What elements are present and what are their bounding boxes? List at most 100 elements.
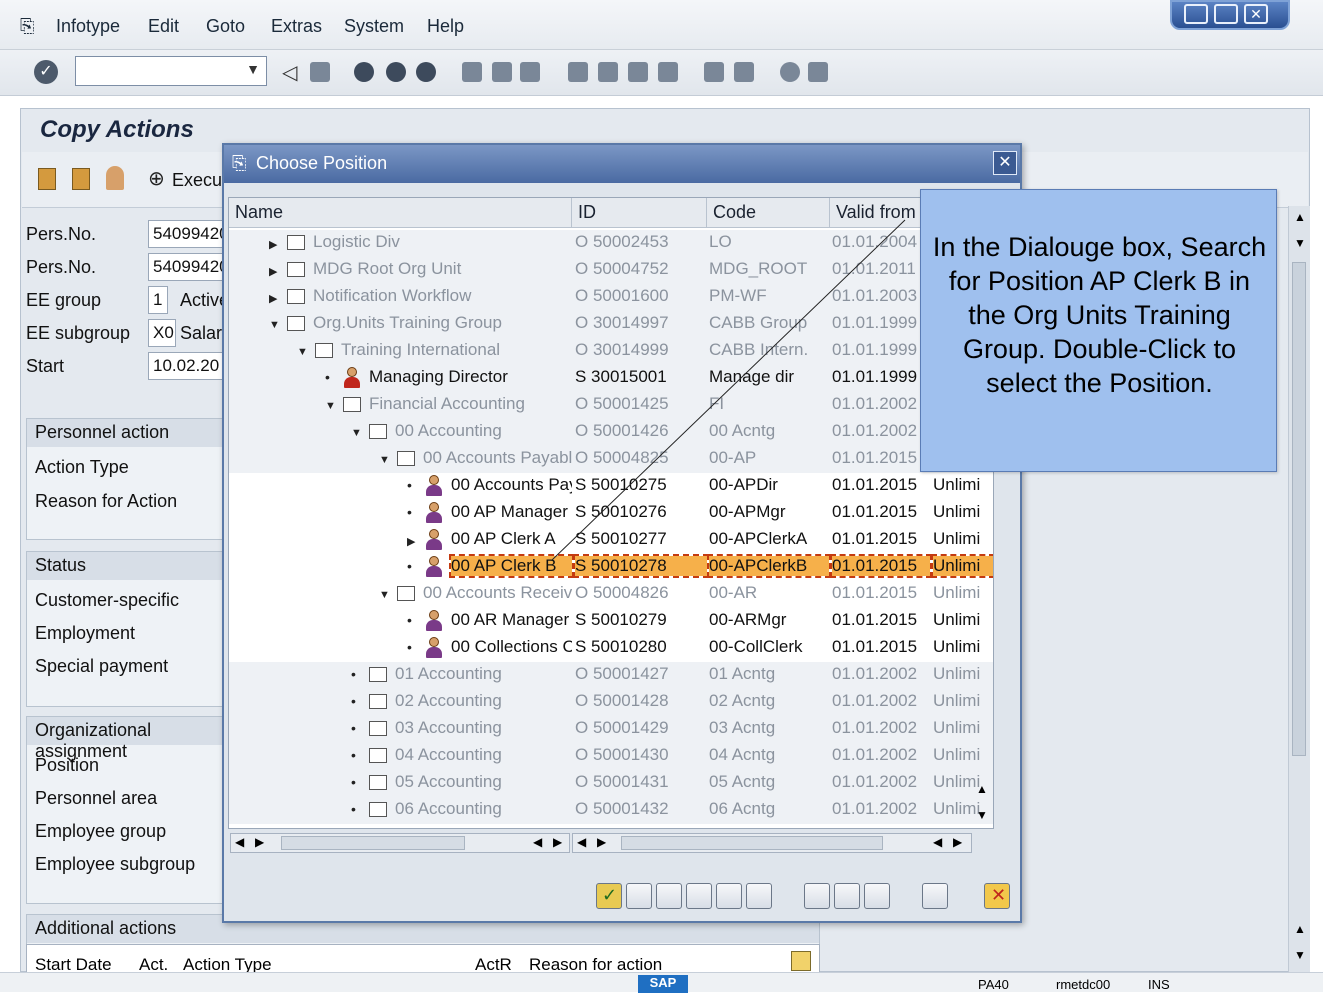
tree-row[interactable]: • 00 AP Manager S 50010276 00-APMgr 01.01.20…: [229, 500, 993, 527]
node-valid-to[interactable]: Unlimi: [933, 610, 993, 630]
create-session-icon[interactable]: [704, 62, 724, 82]
expand-icon[interactable]: [716, 883, 742, 909]
detail-icon[interactable]: [686, 883, 712, 909]
node-id[interactable]: O 50002453: [575, 232, 707, 252]
continue-icon[interactable]: ✓: [596, 883, 622, 909]
node-id[interactable]: O 50001432: [575, 799, 707, 819]
tree-row[interactable]: ▶ Logistic Div O 50002453 LO 01.01.2004: [229, 230, 993, 257]
node-code[interactable]: 00 Acntg: [709, 421, 829, 441]
node-code[interactable]: PM-WF: [709, 286, 829, 306]
tree-row[interactable]: ▶ MDG Root Org Unit O 50004752 MDG_ROOT 01.0…: [229, 257, 993, 284]
start-field[interactable]: 10.02.20: [148, 352, 224, 380]
previous-record-icon[interactable]: [38, 168, 56, 190]
tree-row[interactable]: ▼ Financial Accounting O 50001425 FI 01.01.2…: [229, 392, 993, 419]
column-config-icon[interactable]: [834, 883, 860, 909]
node-valid-from[interactable]: 01.01.2004: [832, 232, 930, 252]
pers-no-field-2[interactable]: 54099420: [148, 253, 224, 281]
shortcut-icon[interactable]: [734, 62, 754, 82]
node-id[interactable]: O 50001600: [575, 286, 707, 306]
close-icon[interactable]: ✕: [993, 151, 1017, 175]
find-icon[interactable]: [492, 62, 512, 82]
node-name[interactable]: MDG Root Org Unit: [313, 259, 572, 279]
node-id[interactable]: O 50001430: [575, 745, 707, 765]
execute-button[interactable]: Execut: [172, 170, 227, 191]
node-code[interactable]: 04 Acntg: [709, 745, 829, 765]
node-name[interactable]: Financial Accounting: [369, 394, 572, 414]
node-valid-from[interactable]: 01.01.2015: [832, 610, 930, 630]
print-icon[interactable]: [462, 62, 482, 82]
node-code[interactable]: 00-APClerkB: [707, 554, 831, 578]
node-id[interactable]: S 50010280: [575, 637, 707, 657]
execute-icon[interactable]: ⊕: [148, 166, 165, 191]
scroll-up-icon[interactable]: ▲: [1294, 210, 1306, 224]
tree-row[interactable]: ▶ 00 AP Clerk AS 50010277 00-APClerkA 01.01…: [229, 527, 993, 554]
node-id[interactable]: O 50004825: [575, 448, 707, 468]
ee-subgroup-field[interactable]: X0: [148, 319, 176, 347]
node-name[interactable]: Notification Workflow: [313, 286, 572, 306]
node-id[interactable]: O 50001429: [575, 718, 707, 738]
node-code[interactable]: 01 Acntg: [709, 664, 829, 684]
chevron-down-icon[interactable]: ▼: [246, 61, 260, 77]
scroll-right-icon-4[interactable]: ▶: [953, 835, 962, 849]
tree-row[interactable]: ▼ Org.Units Training Group O 30014997 CABB …: [229, 311, 993, 338]
node-code[interactable]: 00-AR: [709, 583, 829, 603]
node-name[interactable]: 01 Accounting: [395, 664, 572, 684]
back-arrow-icon[interactable]: ◁: [282, 60, 297, 85]
node-code[interactable]: 06 Acntg: [709, 799, 829, 819]
scroll-right-icon-2[interactable]: ▶: [553, 835, 562, 849]
menu-goto[interactable]: Goto: [206, 16, 245, 37]
node-name[interactable]: Org.Units Training Group: [313, 313, 572, 333]
node-name[interactable]: 00 AP Manager: [451, 502, 572, 522]
exit-icon[interactable]: [386, 62, 406, 82]
find-next-icon[interactable]: [656, 883, 682, 909]
node-valid-from[interactable]: 01.01.2002: [832, 718, 930, 738]
node-name[interactable]: 00 Accounts Payable Dir: [451, 475, 572, 495]
node-code[interactable]: FI: [709, 394, 829, 414]
node-id[interactable]: O 50004752: [575, 259, 707, 279]
node-code[interactable]: 00-AP: [709, 448, 829, 468]
scroll-left-icon[interactable]: ◀: [235, 835, 244, 849]
tree-row-selected[interactable]: • 00 AP Clerk BS 50010278 00-APClerkB 01.01…: [229, 554, 993, 581]
pers-no-field[interactable]: 54099420: [148, 220, 224, 248]
col-name[interactable]: Name: [229, 198, 572, 228]
node-valid-from[interactable]: 01.01.2015: [832, 448, 930, 468]
node-name[interactable]: 00 Accounting: [395, 421, 572, 441]
expand-node-icon[interactable]: ▶: [269, 265, 277, 278]
refresh-icon[interactable]: [804, 883, 830, 909]
node-name[interactable]: Logistic Div: [313, 232, 572, 252]
col-id[interactable]: ID: [572, 198, 707, 228]
node-valid-to[interactable]: Unlimi: [933, 529, 993, 549]
scroll-right-icon[interactable]: ▶: [255, 835, 264, 849]
node-name[interactable]: 00 AP Clerk B: [449, 554, 574, 578]
maximize-icon[interactable]: [1214, 4, 1238, 24]
scroll-up-icon-2[interactable]: ▲: [1294, 922, 1306, 936]
menu-edit[interactable]: Edit: [148, 16, 179, 37]
scroll-left-icon-3[interactable]: ◀: [577, 835, 586, 849]
node-name[interactable]: 06 Accounting: [395, 799, 572, 819]
ee-group-field[interactable]: 1: [148, 286, 168, 314]
tree-scroll-down-icon[interactable]: ▼: [976, 808, 988, 822]
node-id[interactable]: S 50010275: [575, 475, 707, 495]
node-code[interactable]: 00-CollClerk: [709, 637, 829, 657]
node-code[interactable]: 02 Acntg: [709, 691, 829, 711]
vertical-scrollbar[interactable]: ▲ ▼ ▲ ▼: [1288, 206, 1310, 972]
node-id[interactable]: S 50010276: [575, 502, 707, 522]
node-valid-to[interactable]: Unlimi: [933, 637, 993, 657]
node-code[interactable]: LO: [709, 232, 829, 252]
node-valid-from[interactable]: 01.01.2015: [832, 583, 930, 603]
node-valid-from[interactable]: 01.01.2015: [832, 637, 930, 657]
scroll-thumb-2[interactable]: [621, 836, 883, 850]
node-valid-from[interactable]: 01.01.2002: [832, 799, 930, 819]
node-valid-from[interactable]: 01.01.2002: [832, 772, 930, 792]
data-hscrollbar[interactable]: ◀ ▶ ◀ ▶: [572, 833, 972, 853]
scroll-thumb[interactable]: [281, 836, 465, 850]
scroll-left-icon-2[interactable]: ◀: [533, 835, 542, 849]
tree-row[interactable]: • 00 Collections ClerkS 5001028000-CollCl…: [229, 635, 993, 662]
previous-page-icon[interactable]: [598, 62, 618, 82]
tree-row[interactable]: • 06 Accounting O 50001432 06 Acntg 01.01.20…: [229, 797, 993, 824]
menu-extras[interactable]: Extras: [271, 16, 322, 37]
node-valid-to[interactable]: Unlimi: [933, 502, 993, 522]
node-id[interactable]: S 30015001: [575, 367, 707, 387]
node-valid-from[interactable]: 01.01.2015: [832, 475, 930, 495]
scroll-right-icon-3[interactable]: ▶: [597, 835, 606, 849]
